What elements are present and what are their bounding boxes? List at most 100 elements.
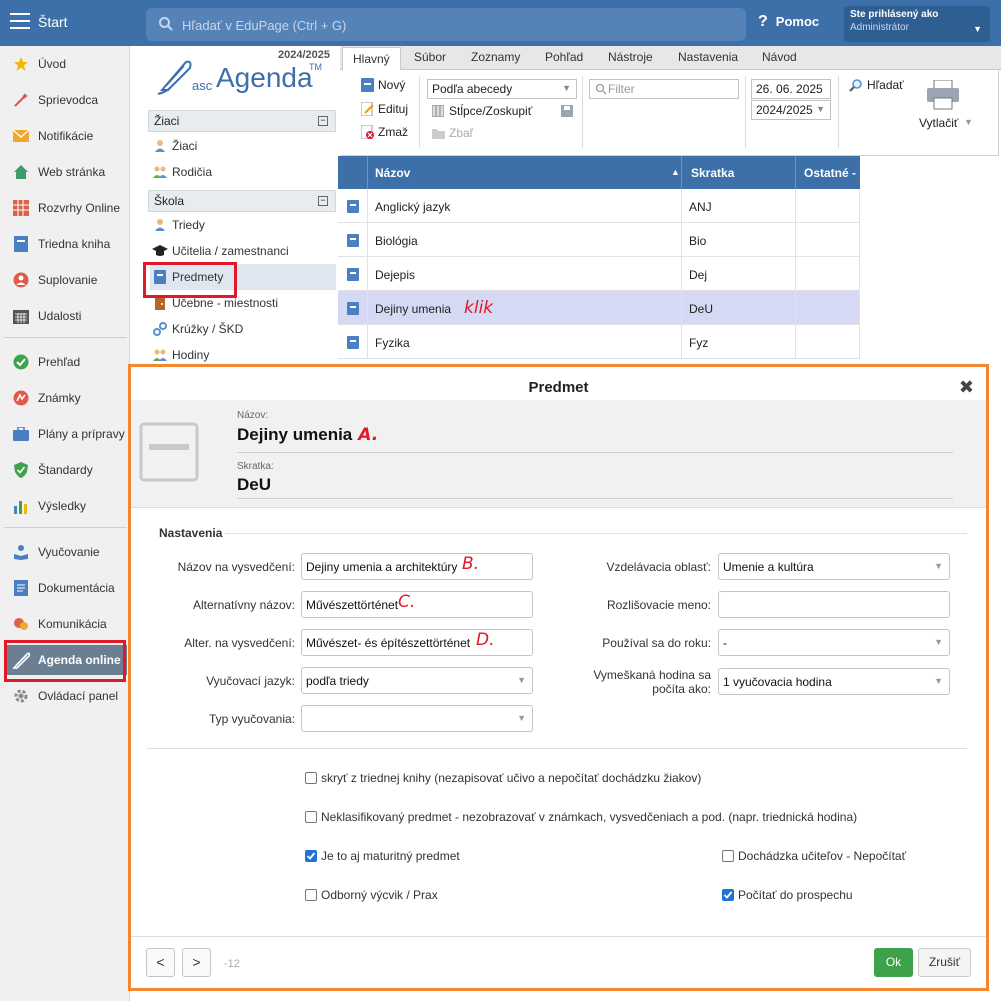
- help-button[interactable]: ? Pomoc: [758, 13, 819, 31]
- teacher-attendance-checkbox[interactable]: Dochádzka učiteľov - Nepočítať: [722, 849, 906, 863]
- vocational-checkbox[interactable]: Odborný výcvik / Prax: [305, 888, 438, 902]
- reader-icon: [12, 543, 30, 561]
- tab-navod[interactable]: Návod: [762, 50, 797, 64]
- cancel-button[interactable]: Zrušiť: [918, 948, 971, 977]
- folder-icon: [431, 126, 445, 140]
- sidebar-item-12[interactable]: Štandardy: [4, 455, 127, 485]
- hamburger-menu-icon[interactable]: [10, 13, 30, 29]
- sidebar-item-5[interactable]: Rozvrhy Online: [4, 193, 127, 223]
- collapse-icon[interactable]: −: [318, 116, 328, 126]
- prev-button[interactable]: <: [146, 948, 175, 977]
- sidebar-item-3[interactable]: Notifikácie: [4, 121, 127, 151]
- table-row[interactable]: Anglický jazyk ANJ: [338, 189, 860, 223]
- columns-button[interactable]: Stĺpce/Zoskupiť: [431, 104, 532, 118]
- date-field[interactable]: 26. 06. 2025: [751, 79, 831, 99]
- find-button[interactable]: Hľadať: [849, 78, 904, 92]
- sidebar-item-9[interactable]: Prehľad: [4, 347, 127, 377]
- search-icon: [595, 83, 607, 95]
- link-icon: [152, 321, 168, 337]
- alternative-name-field[interactable]: Művészettörténet C.: [301, 591, 533, 618]
- sort-up-icon[interactable]: ▲: [671, 167, 680, 177]
- tab-subor[interactable]: Súbor: [414, 50, 446, 64]
- education-area-select[interactable]: Umenie a kultúra ▼: [718, 553, 950, 580]
- tab-nastroje[interactable]: Nástroje: [608, 50, 653, 64]
- tab-hlavny[interactable]: Hlavný: [342, 47, 401, 71]
- check-icon[interactable]: [305, 850, 317, 862]
- checkbox-box[interactable]: [305, 772, 317, 784]
- global-search-input[interactable]: Hľadať v EduPage (Ctrl + G): [146, 8, 746, 41]
- sidebar-item-13[interactable]: Výsledky: [4, 491, 127, 521]
- sidebar-item-16[interactable]: Komunikácia: [4, 609, 127, 639]
- teaching-type-select[interactable]: ▼: [301, 705, 533, 732]
- column-header-other[interactable]: Ostatné -: [804, 166, 856, 180]
- nav-item-ucitelia[interactable]: Učitelia / zamestnanci: [150, 238, 336, 264]
- sidebar-item-7[interactable]: Suplovanie: [4, 265, 127, 295]
- collapse-button[interactable]: Zbaľ: [431, 126, 473, 140]
- column-header-name[interactable]: Názov: [375, 166, 410, 180]
- abbr-label: Skratka:: [237, 461, 274, 472]
- distinguishing-name-field[interactable]: [718, 591, 950, 618]
- delete-button[interactable]: Zmaž: [360, 125, 408, 139]
- new-button[interactable]: Nový: [360, 78, 405, 92]
- close-icon[interactable]: ✖: [959, 377, 974, 398]
- column-header-abbr[interactable]: Skratka: [691, 166, 734, 180]
- used-until-year-select[interactable]: - ▼: [718, 629, 950, 656]
- next-button[interactable]: >: [182, 948, 211, 977]
- table-row[interactable]: Biológia Bio: [338, 223, 860, 257]
- annotation-d: D.: [476, 630, 495, 650]
- save-layout-button[interactable]: [560, 104, 578, 118]
- check-icon[interactable]: [722, 889, 734, 901]
- checkbox-box[interactable]: [305, 889, 317, 901]
- sidebar-item-4[interactable]: Web stránka: [4, 157, 127, 187]
- start-link[interactable]: Štart: [38, 14, 68, 30]
- sort-select[interactable]: Podľa abecedy ▼: [427, 79, 577, 99]
- nav-item-rodicia[interactable]: Rodičia: [150, 159, 336, 185]
- checkbox-box[interactable]: [722, 850, 734, 862]
- name-value[interactable]: Dejiny umenia A.: [237, 425, 378, 445]
- tab-pohlad[interactable]: Pohľad: [545, 50, 583, 64]
- table-row[interactable]: Dejepis Dej: [338, 257, 860, 291]
- sidebar-item-10[interactable]: Známky: [4, 383, 127, 413]
- print-button[interactable]: Vytlačiť ▼: [915, 80, 975, 130]
- checkbox-box[interactable]: [305, 811, 317, 823]
- tab-zoznamy[interactable]: Zoznamy: [471, 50, 520, 64]
- sidebar-item-8[interactable]: Udalosti: [4, 301, 127, 331]
- sidebar-item-14[interactable]: Vyučovanie: [4, 537, 127, 567]
- edit-button[interactable]: Edituj: [360, 102, 408, 116]
- table-row-selected[interactable]: Dejiny umenia klik DeU: [338, 291, 860, 325]
- sidebar-item-1[interactable]: Úvod: [4, 49, 127, 79]
- section-skola[interactable]: Škola −: [148, 190, 336, 212]
- sidebar-item-18[interactable]: Ovládací panel: [4, 681, 127, 711]
- sidebar-item-label: Suplovanie: [38, 273, 98, 287]
- nav-item-ziaci[interactable]: Žiaci: [150, 133, 336, 159]
- star-icon: [12, 55, 30, 73]
- nav-item-kruzky[interactable]: Krúžky / ŠKD: [150, 316, 336, 342]
- certificate-name-field[interactable]: Dejiny umenia a architektúry B.: [301, 553, 533, 580]
- unclassified-checkbox[interactable]: Neklasifikovaný predmet - nezobrazovať v…: [305, 810, 857, 824]
- collapse-icon[interactable]: −: [318, 196, 328, 206]
- sidebar-item-15[interactable]: Dokumentácia: [4, 573, 127, 603]
- missed-lesson-select[interactable]: 1 vyučovacia hodina ▼: [718, 668, 950, 695]
- ok-button[interactable]: Ok: [874, 948, 913, 977]
- new-label: Nový: [378, 78, 406, 92]
- tab-nastavenia[interactable]: Nastavenia: [678, 50, 738, 64]
- chevron-down-icon: ▼: [816, 104, 825, 114]
- alt-certificate-name-field[interactable]: Művészet- és építészettörténet D.: [301, 629, 533, 656]
- hide-from-classbook-checkbox[interactable]: skryť z triednej knihy (nezapisovať učiv…: [305, 771, 701, 785]
- sidebar-item-6[interactable]: Triedna kniha: [4, 229, 127, 259]
- abbr-value[interactable]: DeU: [237, 475, 271, 495]
- document-icon: [12, 579, 30, 597]
- section-ziaci[interactable]: Žiaci −: [148, 110, 336, 132]
- sidebar-item-11[interactable]: Plány a prípravy: [4, 419, 127, 449]
- table-row[interactable]: Fyzika Fyz: [338, 325, 860, 359]
- sidebar-item-2[interactable]: Sprievodca: [4, 85, 127, 115]
- count-to-average-checkbox[interactable]: Počítať do prospechu: [722, 888, 853, 902]
- user-menu[interactable]: Ste prihlásený ako Administrátor ▼: [844, 6, 990, 42]
- teaching-language-select[interactable]: podľa triedy ▼: [301, 667, 533, 694]
- year-select[interactable]: 2024/2025 ▼: [751, 100, 831, 120]
- nav-item-triedy[interactable]: Triedy: [150, 212, 336, 238]
- annotation-klik: klik: [464, 298, 494, 318]
- chat-icon: [12, 615, 30, 633]
- filter-input[interactable]: Filter: [589, 79, 739, 99]
- maturity-checkbox[interactable]: Je to aj maturitný predmet: [305, 849, 460, 863]
